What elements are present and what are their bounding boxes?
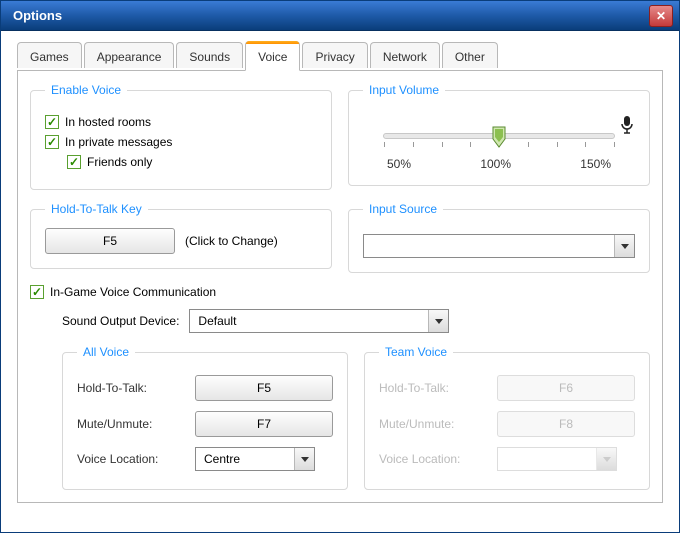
microphone-icon (619, 115, 635, 138)
all-voice-group: All Voice Hold-To-Talk: F5 Mute/Unmute: … (62, 345, 348, 490)
friends-only-checkbox[interactable] (67, 155, 81, 169)
chevron-down-icon (614, 235, 634, 257)
tab-voice[interactable]: Voice (245, 41, 300, 71)
ingame-voice-checkbox[interactable] (30, 285, 44, 299)
volume-slider-thumb[interactable] (492, 126, 506, 148)
team-voice-loc-label: Voice Location: (379, 452, 489, 466)
content-area: Games Appearance Sounds Voice Privacy Ne… (1, 31, 679, 513)
close-icon: ✕ (656, 9, 666, 23)
private-messages-checkbox[interactable] (45, 135, 59, 149)
enable-voice-group: Enable Voice In hosted rooms In private … (30, 83, 332, 190)
tab-games[interactable]: Games (17, 42, 82, 68)
volume-label-100: 100% (480, 157, 511, 171)
all-voice-mute-button[interactable]: F7 (195, 411, 333, 437)
volume-labels: 50% 100% 150% (383, 157, 615, 171)
hold-to-talk-key-button[interactable]: F5 (45, 228, 175, 254)
all-voice-hold-button[interactable]: F5 (195, 375, 333, 401)
friends-only-row: Friends only (67, 155, 317, 169)
input-volume-group: Input Volume (348, 83, 650, 186)
team-voice-group: Team Voice Hold-To-Talk: F6 Mute/Unmute:… (364, 345, 650, 490)
input-source-legend: Input Source (363, 202, 443, 216)
private-messages-label: In private messages (65, 135, 172, 149)
tab-strip: Games Appearance Sounds Voice Privacy Ne… (17, 41, 663, 71)
hold-to-talk-legend: Hold-To-Talk Key (45, 202, 148, 216)
team-voice-loc-select (497, 447, 617, 471)
all-voice-loc-select[interactable]: Centre (195, 447, 315, 471)
ingame-voice-row: In-Game Voice Communication (30, 285, 650, 299)
volume-label-150: 150% (580, 157, 611, 171)
all-voice-loc-label: Voice Location: (77, 452, 187, 466)
team-voice-mute-button: F8 (497, 411, 635, 437)
private-messages-row: In private messages (45, 135, 317, 149)
volume-slider[interactable] (383, 133, 615, 139)
tab-network[interactable]: Network (370, 42, 440, 68)
hold-to-talk-group: Hold-To-Talk Key F5 (Click to Change) (30, 202, 332, 269)
input-volume-legend: Input Volume (363, 83, 445, 97)
hosted-rooms-checkbox[interactable] (45, 115, 59, 129)
tab-privacy[interactable]: Privacy (302, 42, 367, 68)
input-source-group: Input Source (348, 202, 650, 273)
tab-sounds[interactable]: Sounds (176, 42, 243, 68)
output-device-value: Default (190, 314, 428, 328)
all-voice-mute-label: Mute/Unmute: (77, 417, 187, 431)
window-title: Options (13, 8, 62, 23)
enable-voice-legend: Enable Voice (45, 83, 127, 97)
hosted-rooms-row: In hosted rooms (45, 115, 317, 129)
close-button[interactable]: ✕ (649, 5, 673, 27)
input-source-select[interactable] (363, 234, 635, 258)
tab-other[interactable]: Other (442, 42, 498, 68)
all-voice-loc-value: Centre (196, 452, 294, 466)
ingame-voice-label: In-Game Voice Communication (50, 285, 216, 299)
hosted-rooms-label: In hosted rooms (65, 115, 151, 129)
chevron-down-icon (428, 310, 448, 332)
output-device-label: Sound Output Device: (62, 314, 179, 328)
input-volume-slider-wrap: 50% 100% 150% (363, 109, 635, 171)
hold-to-talk-hint: (Click to Change) (185, 234, 278, 248)
output-device-row: Sound Output Device: Default (62, 309, 650, 333)
all-voice-hold-label: Hold-To-Talk: (77, 381, 187, 395)
volume-label-50: 50% (387, 157, 411, 171)
chevron-down-icon (596, 448, 616, 470)
voice-panel: Enable Voice In hosted rooms In private … (17, 71, 663, 503)
options-window: Options ✕ Games Appearance Sounds Voice … (0, 0, 680, 533)
friends-only-label: Friends only (87, 155, 152, 169)
team-voice-hold-button: F6 (497, 375, 635, 401)
team-voice-mute-label: Mute/Unmute: (379, 417, 489, 431)
chevron-down-icon (294, 448, 314, 470)
all-voice-legend: All Voice (77, 345, 135, 359)
team-voice-legend: Team Voice (379, 345, 453, 359)
output-device-select[interactable]: Default (189, 309, 449, 333)
titlebar[interactable]: Options ✕ (1, 1, 679, 31)
tab-appearance[interactable]: Appearance (84, 42, 175, 68)
team-voice-hold-label: Hold-To-Talk: (379, 381, 489, 395)
